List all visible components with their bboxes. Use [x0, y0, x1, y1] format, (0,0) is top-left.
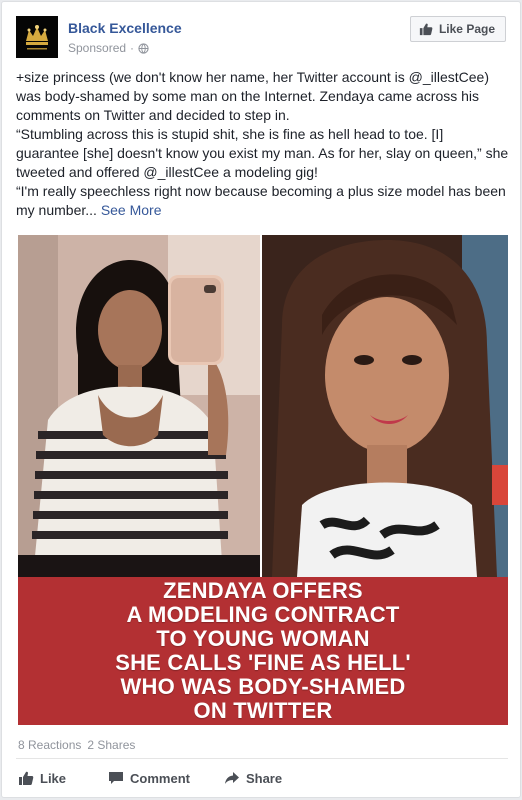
photo-left-selfie [18, 235, 260, 577]
like-page-label: Like Page [438, 22, 495, 36]
globe-icon [138, 42, 149, 54]
post-paragraph-1: +size princess (we don't know her name, … [16, 69, 489, 123]
headline-line-1: ZENDAYA OFFERS [163, 578, 363, 603]
page-avatar[interactable] [16, 16, 58, 58]
headline-text: ZENDAYA OFFERS A MODELING CONTRACT TO YO… [115, 579, 411, 723]
selfie-illustration [18, 235, 260, 577]
comment-label: Comment [130, 770, 190, 786]
headline-line-4: SHE CALLS 'FINE AS HELL' [115, 650, 411, 675]
shares-count[interactable]: 2 Shares [87, 738, 135, 752]
actions-divider [16, 758, 508, 759]
sponsored-text: Sponsored [68, 41, 127, 55]
see-more-link[interactable]: See More [101, 202, 162, 218]
headline-banner: ZENDAYA OFFERS A MODELING CONTRACT TO YO… [18, 577, 508, 725]
post-actions-bar: Like Comment Share [18, 768, 508, 788]
like-label: Like [40, 770, 67, 786]
photo-right-portrait [262, 235, 508, 577]
like-button[interactable]: Like [18, 768, 66, 788]
post-paragraph-2: “Stumbling across this is stupid shit, s… [16, 126, 509, 180]
comment-icon [109, 772, 124, 784]
post-paragraph-3: “I'm really speechless right now because… [16, 182, 510, 220]
crown-logo-icon [19, 19, 55, 55]
engagement-stats: 8 Reactions 2 Shares [18, 738, 135, 752]
like-page-button[interactable]: Like Page [409, 16, 506, 42]
post-body-text: +size princess (we don't know her name, … [16, 68, 510, 220]
share-button[interactable]: Share [224, 768, 282, 788]
sponsored-post-card: Black Excellence Sponsored · Like Page +… [1, 1, 521, 798]
post-paragraph-3-text: “I'm really speechless right now because… [16, 183, 506, 218]
thumbs-up-icon [19, 771, 34, 785]
headline-line-3: TO YOUNG WOMAN [156, 626, 370, 651]
comment-button[interactable]: Comment [108, 768, 190, 788]
headline-line-6: ON TWITTER [193, 698, 333, 723]
reactions-count[interactable]: 8 Reactions [18, 738, 81, 752]
sponsored-label: Sponsored · [68, 41, 149, 55]
post-image[interactable]: ZENDAYA OFFERS A MODELING CONTRACT TO YO… [18, 235, 508, 725]
sponsored-separator: · [130, 41, 135, 55]
share-label: Share [245, 770, 283, 786]
portrait-illustration [262, 235, 508, 577]
headline-line-2: A MODELING CONTRACT [126, 602, 400, 627]
post-header: Black Excellence Sponsored · Like Page [16, 16, 508, 60]
thumbs-up-icon [419, 23, 433, 36]
headline-line-5: WHO WAS BODY-SHAMED [120, 674, 406, 699]
page-name-link[interactable]: Black Excellence [68, 20, 182, 36]
share-arrow-icon [224, 772, 239, 784]
